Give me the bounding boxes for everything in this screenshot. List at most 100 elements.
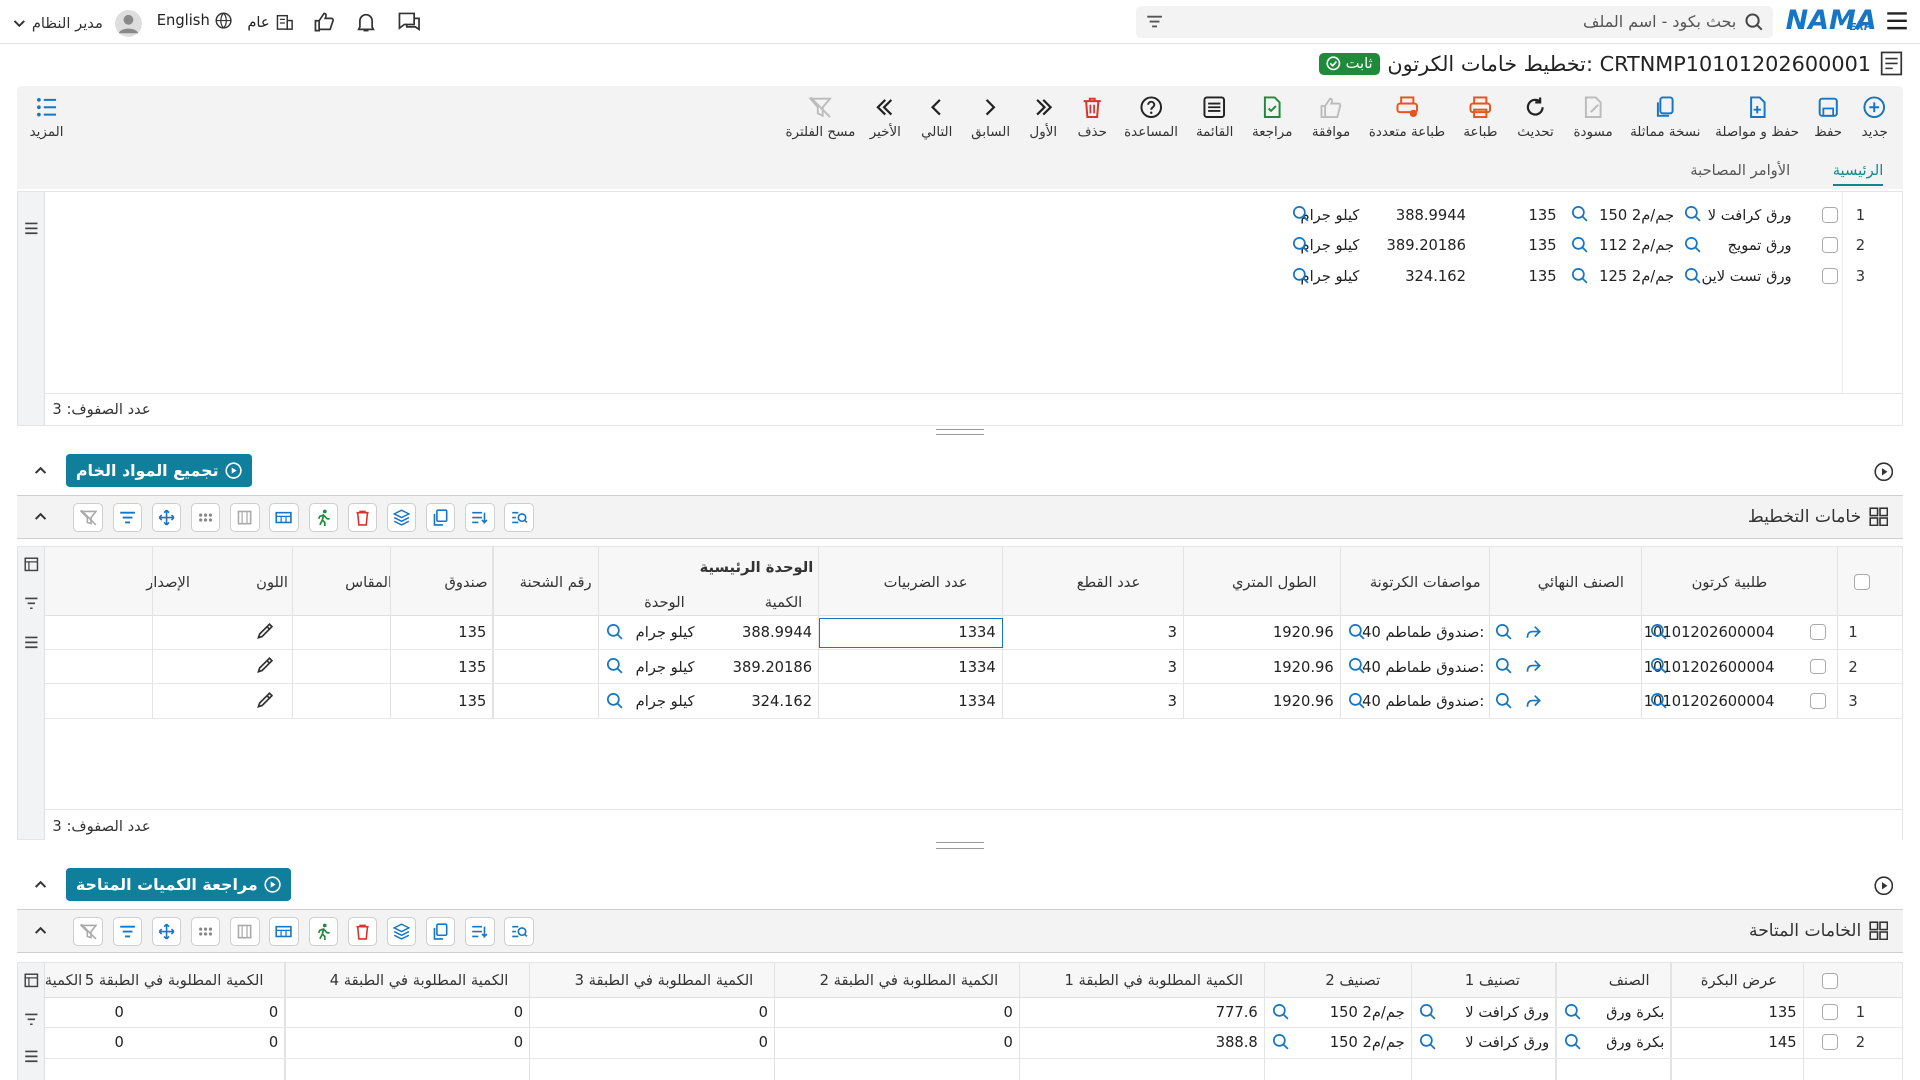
row-checkbox[interactable] — [1822, 237, 1839, 254]
share-icon[interactable] — [1525, 657, 1542, 674]
filter-icon[interactable] — [112, 916, 143, 947]
table-row[interactable]: 2 10101202600004 صندوق طماطم 40: 1920.96… — [45, 650, 1902, 685]
filter-icon[interactable] — [1146, 13, 1163, 30]
lookup-icon[interactable] — [1292, 236, 1309, 253]
table-icon[interactable] — [269, 916, 299, 947]
share-icon[interactable] — [1525, 692, 1542, 709]
lookup-icon[interactable] — [606, 692, 623, 709]
sort-list-icon[interactable] — [465, 916, 495, 947]
table-icon[interactable] — [269, 503, 299, 533]
lookup-icon[interactable] — [1564, 1003, 1581, 1020]
approve-button[interactable]: موافقة — [1297, 95, 1366, 140]
lookup-icon[interactable] — [1495, 692, 1512, 709]
header-layer5[interactable]: الكمية المطلوبة في الطبقة 5 — [85, 972, 264, 989]
row-checkbox[interactable] — [1810, 658, 1826, 675]
sort-list-icon[interactable] — [465, 503, 495, 533]
more-button[interactable]: المزيد — [12, 95, 81, 140]
language-switch[interactable]: English — [157, 12, 232, 29]
header-class1[interactable]: تصنيف 1 — [1465, 972, 1520, 989]
tab-main[interactable]: الرئيسية — [1832, 162, 1884, 186]
play-circle-icon[interactable] — [1873, 875, 1894, 896]
chat-icon[interactable] — [397, 11, 421, 33]
table-settings-icon[interactable] — [24, 973, 39, 988]
lookup-icon[interactable] — [1571, 236, 1588, 253]
collapse-icon[interactable] — [32, 876, 49, 893]
copy-icon[interactable] — [426, 503, 456, 533]
move-icon[interactable] — [151, 916, 182, 947]
trash-icon[interactable] — [347, 916, 378, 947]
lookup-icon[interactable] — [1419, 1033, 1436, 1050]
pick-color-icon[interactable] — [256, 691, 274, 709]
columns-icon[interactable] — [230, 916, 260, 947]
table-row[interactable]: 1 135 بكرة ورق ورق كرافت لا 150 جم/م2 77… — [45, 998, 1902, 1029]
header-unit[interactable]: الوحدة — [644, 594, 685, 611]
pick-color-icon[interactable] — [256, 623, 274, 640]
header-order[interactable]: طلبية كرتون — [1692, 574, 1768, 591]
header-layer2[interactable]: الكمية المطلوبة في الطبقة 2 — [820, 972, 999, 989]
lookup-icon[interactable] — [1348, 623, 1365, 640]
columns-icon[interactable] — [230, 503, 260, 533]
splitter-handle[interactable] — [935, 842, 985, 849]
copy-icon[interactable] — [426, 916, 456, 947]
share-icon[interactable] — [1525, 623, 1542, 640]
lookup-icon[interactable] — [1272, 1033, 1289, 1050]
lookup-icon[interactable] — [1571, 205, 1588, 222]
header-layer3[interactable]: الكمية المطلوبة في الطبقة 3 — [575, 972, 754, 989]
lookup-icon[interactable] — [1495, 657, 1512, 674]
copy-button[interactable]: نسخة مماثلة — [1629, 95, 1702, 140]
clear-filter-icon[interactable] — [73, 503, 103, 533]
lookup-icon[interactable] — [1292, 267, 1309, 284]
header-layer4[interactable]: الكمية المطلوبة في الطبقة 4 — [330, 972, 509, 989]
run-icon[interactable] — [308, 503, 338, 533]
help-button[interactable]: المساعدة — [1117, 95, 1186, 140]
lookup-icon[interactable] — [1684, 236, 1701, 253]
select-all-checkbox[interactable] — [1822, 973, 1839, 990]
header-qty[interactable]: الكمية — [765, 594, 802, 611]
pick-color-icon[interactable] — [256, 657, 274, 674]
run-icon[interactable] — [308, 916, 338, 947]
header-hits[interactable]: عدد الضربيات — [884, 574, 968, 591]
row-checkbox[interactable] — [1822, 1034, 1839, 1051]
branch-switch[interactable]: عام — [247, 12, 294, 32]
table-row[interactable]: 1 10101202600004 صندوق طماطم 40: 1920.96… — [45, 616, 1902, 650]
tab-related-orders[interactable]: الأوامر المصاحبة — [1690, 162, 1790, 179]
filter-icon[interactable] — [112, 503, 143, 533]
header-box[interactable]: صندوق — [444, 574, 487, 591]
lookup-icon[interactable] — [1571, 267, 1588, 284]
header-size[interactable]: المقاس — [345, 574, 392, 591]
header-qty[interactable]: الكمية — [45, 972, 82, 989]
table-row[interactable]: 3 ورق تست لاين 125 جم/م2 135 324.162 كيل… — [1272, 260, 1902, 292]
layers-icon[interactable] — [386, 916, 417, 947]
lookup-icon[interactable] — [1348, 657, 1365, 674]
last-button[interactable]: الأخير — [851, 95, 920, 140]
bell-icon[interactable] — [355, 11, 377, 33]
table-row[interactable]: 2 145 بكرة ورق ورق كرافت لا 150 جم/م2 38… — [45, 1028, 1902, 1059]
row-checkbox[interactable] — [1810, 624, 1826, 641]
lookup-icon[interactable] — [1348, 692, 1365, 709]
collect-raw-materials-button[interactable]: تجميع المواد الخام — [66, 454, 252, 488]
row-checkbox[interactable] — [1810, 692, 1826, 709]
search-list-icon[interactable] — [504, 503, 534, 533]
lookup-icon[interactable] — [1495, 623, 1512, 640]
header-class2[interactable]: تصنيف 2 — [1325, 972, 1380, 989]
grid-menu-icon[interactable] — [24, 221, 39, 236]
list-button[interactable]: القائمة — [1180, 95, 1249, 140]
lookup-icon[interactable] — [1419, 1003, 1436, 1020]
table-row[interactable]: 3 10101202600004 صندوق طماطم 40: 1920.96… — [45, 684, 1902, 719]
lookup-icon[interactable] — [1564, 1033, 1581, 1050]
header-roll-width[interactable]: عرض البكرة — [1701, 972, 1777, 989]
filter-icon[interactable] — [24, 596, 39, 611]
menu-icon[interactable] — [1886, 11, 1908, 31]
grid-dots-icon[interactable] — [191, 503, 221, 533]
user-menu[interactable]: مدير النظام — [12, 9, 143, 37]
lookup-icon[interactable] — [1684, 267, 1701, 284]
header-cuts[interactable]: عدد القطع — [1077, 574, 1141, 591]
select-all-checkbox[interactable] — [1854, 574, 1871, 590]
grid-menu-icon[interactable] — [24, 1049, 39, 1064]
lookup-icon[interactable] — [606, 623, 623, 640]
print-button[interactable]: طباعة — [1446, 95, 1515, 140]
row-checkbox[interactable] — [1822, 267, 1839, 284]
grid-dots-icon[interactable] — [191, 916, 221, 947]
table-row[interactable]: 2 ورق تمويج 112 جم/م2 135 389.20186 كيلو… — [1272, 229, 1902, 261]
move-icon[interactable] — [151, 503, 182, 533]
